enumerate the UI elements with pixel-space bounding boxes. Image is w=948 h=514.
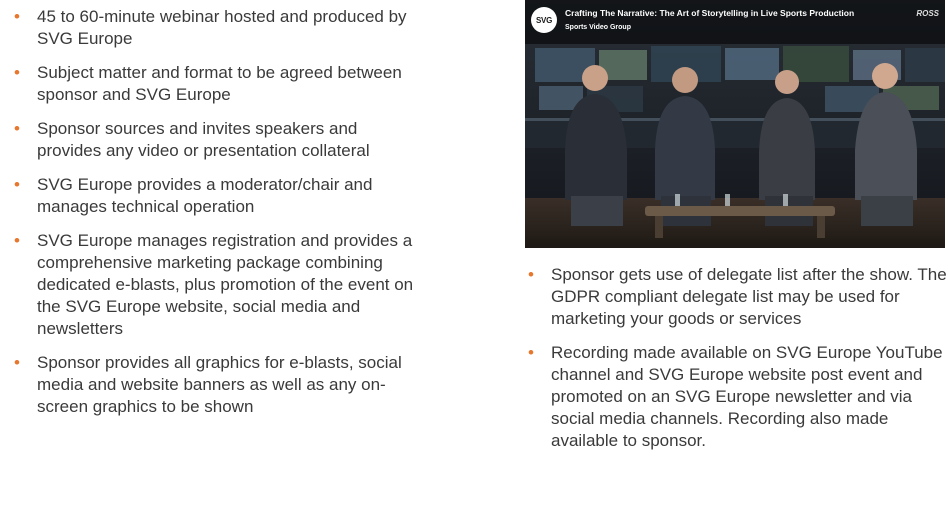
bullet-dot: • [14, 63, 20, 82]
list-item: • Recording made available on SVG Europe … [528, 342, 948, 452]
bullet-dot: • [14, 119, 20, 138]
list-item: • SVG Europe provides a moderator/chair a… [14, 174, 414, 218]
list-item: • Subject matter and format to be agreed … [14, 62, 414, 106]
bullet-dot: • [528, 343, 534, 362]
list-item-text: SVG Europe provides a moderator/chair an… [37, 175, 373, 216]
left-bullet-list: • 45 to 60-minute webinar hosted and prod… [14, 6, 414, 418]
list-item-text: Recording made available on SVG Europe Y… [551, 343, 943, 450]
list-item-text: Sponsor sources and invites speakers and… [37, 119, 370, 160]
video-title-bar: SVG Crafting The Narrative: The Art of S… [525, 0, 945, 44]
bullet-dot: • [14, 231, 20, 250]
list-item-text: Sponsor provides all graphics for e-blas… [37, 353, 402, 416]
list-item-text: 45 to 60-minute webinar hosted and produ… [37, 7, 407, 48]
list-item-text: SVG Europe manages registration and prov… [37, 231, 414, 338]
svg-channel-logo: SVG [531, 7, 557, 33]
list-item: • Sponsor provides all graphics for e-bla… [14, 352, 414, 418]
list-item-text: Subject matter and format to be agreed b… [37, 63, 402, 104]
bullet-dot: • [14, 175, 20, 194]
left-column: • 45 to 60-minute webinar hosted and prod… [14, 0, 414, 418]
bullet-dot: • [528, 265, 534, 284]
list-item: • Sponsor sources and invites speakers an… [14, 118, 414, 162]
right-bullet-list: • Sponsor gets use of delegate list after… [528, 264, 948, 452]
video-channel-name: Sports Video Group [565, 24, 631, 31]
list-item-text: Sponsor gets use of delegate list after … [551, 265, 947, 328]
bullet-dot: • [14, 7, 20, 26]
video-title: Crafting The Narrative: The Art of Story… [565, 8, 855, 18]
ross-brand-logo: ROSS [916, 9, 939, 18]
list-item: • 45 to 60-minute webinar hosted and prod… [14, 6, 414, 50]
right-column: SVG Crafting The Narrative: The Art of S… [525, 0, 948, 464]
bullet-dot: • [14, 353, 20, 372]
webinar-video-thumbnail[interactable]: SVG Crafting The Narrative: The Art of S… [525, 0, 945, 248]
list-item: • SVG Europe manages registration and pro… [14, 230, 414, 340]
list-item: • Sponsor gets use of delegate list after… [528, 264, 948, 330]
